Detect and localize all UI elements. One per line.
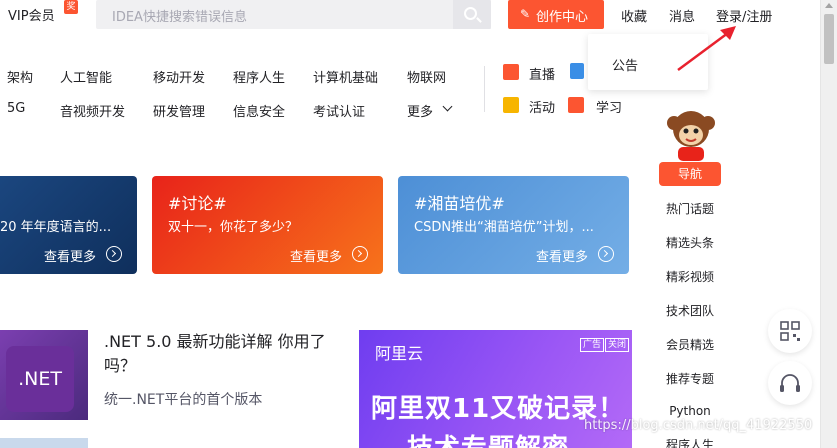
- card-more-link[interactable]: 查看更多: [290, 246, 342, 265]
- sidebar-item-topics[interactable]: 推荐专题: [660, 370, 720, 387]
- search-input[interactable]: IDEA快捷搜索错误信息: [96, 0, 491, 29]
- category-5g[interactable]: 5G: [7, 101, 25, 116]
- sidebar-item-members[interactable]: 会员精选: [660, 336, 720, 353]
- category-more[interactable]: 更多: [407, 101, 433, 120]
- card-title: #湘苗培优#: [414, 194, 505, 213]
- category-mobile[interactable]: 移动开发: [153, 67, 205, 86]
- arrow-right-icon: [598, 246, 614, 262]
- article-thumbnail[interactable]: .NET: [0, 330, 88, 420]
- category-ai[interactable]: 人工智能: [60, 67, 112, 86]
- card-more-link[interactable]: 查看更多: [44, 246, 96, 265]
- banner-card-discussion[interactable]: #讨论# 双十一，你花了多少？ 查看更多: [152, 176, 383, 274]
- qr-code-icon: [780, 321, 800, 341]
- live-icon: [503, 64, 519, 80]
- category-audio-video[interactable]: 音视频开发: [60, 101, 125, 120]
- customer-service-button[interactable]: [768, 361, 812, 405]
- headset-icon: [780, 374, 800, 392]
- search-placeholder: IDEA快捷搜索错误信息: [112, 10, 247, 25]
- category-programmer-life[interactable]: 程序人生: [233, 67, 285, 86]
- category-iot[interactable]: 物联网: [407, 67, 446, 86]
- watermark: https://blog.csdn.net/qq_41922550: [584, 418, 813, 433]
- dotnet-logo: .NET: [6, 346, 74, 412]
- banner-card-training[interactable]: #湘苗培优# CSDN推出“湘苗培优”计划，... 查看更多: [398, 176, 629, 274]
- activity-link[interactable]: 活动: [529, 97, 555, 116]
- sidebar-panel: 热门话题 精选头条 精彩视频 技术团队 会员精选 推荐专题 Python 程序人…: [660, 188, 720, 448]
- search-icon-handle: [476, 17, 482, 23]
- ad-headline-2: 技术专题解密: [407, 428, 569, 448]
- scroll-thumb[interactable]: [824, 14, 834, 64]
- vertical-scrollbar[interactable]: [820, 0, 837, 448]
- ad-label: 广告: [580, 338, 605, 352]
- live-link[interactable]: 直播: [529, 64, 555, 83]
- banner-card[interactable]: 20 年年度语言的... 查看更多: [0, 176, 137, 274]
- mascot-icon[interactable]: [662, 105, 720, 163]
- sidebar-item-programmer-life[interactable]: 程序人生: [660, 436, 720, 448]
- nav-divider: [484, 66, 485, 112]
- create-center-button[interactable]: ✎ 创作中心: [508, 0, 604, 29]
- csdn-home-page: VIP会员 奖 IDEA快捷搜索错误信息 ✎ 创作中心 收藏 消息 登录/注册 …: [0, 0, 837, 448]
- announcement-item[interactable]: 公告: [612, 55, 638, 74]
- arrow-right-icon: [106, 246, 122, 262]
- favorites-link[interactable]: 收藏: [621, 6, 647, 25]
- activity-icon: [503, 97, 519, 113]
- sidebar-item-teams[interactable]: 技术团队: [660, 302, 720, 319]
- ad-close-button[interactable]: 关闭: [605, 338, 630, 352]
- card-subtitle: 20 年年度语言的...: [0, 220, 112, 235]
- scroll-up-icon[interactable]: [825, 3, 833, 8]
- study-icon: [568, 97, 584, 113]
- card-subtitle: CSDN推出“湘苗培优”计划，...: [414, 220, 594, 235]
- sidebar-item-hot-topics[interactable]: 热门话题: [660, 200, 720, 217]
- study-link[interactable]: 学习: [596, 97, 622, 116]
- annotation-arrow: [677, 26, 736, 72]
- aliyun-logo: 阿里云: [375, 344, 424, 363]
- sidebar-item-python[interactable]: Python: [660, 404, 720, 418]
- card-more-link[interactable]: 查看更多: [536, 246, 588, 265]
- category-rd-management[interactable]: 研发管理: [153, 101, 205, 120]
- article-title[interactable]: .NET 5.0 最新功能详解 你用了吗？: [104, 330, 344, 378]
- qr-code-button[interactable]: [768, 309, 812, 353]
- sidebar-item-videos[interactable]: 精彩视频: [660, 268, 720, 285]
- next-article-thumbnail[interactable]: [0, 438, 88, 448]
- card-title: #讨论#: [168, 194, 227, 213]
- category-architecture[interactable]: 架构: [7, 67, 33, 86]
- vip-member-link[interactable]: VIP会员: [8, 5, 55, 24]
- article-subtitle: 统一.NET平台的首个版本: [104, 392, 263, 408]
- book-icon: [570, 63, 584, 79]
- vip-award-badge: 奖: [64, 0, 78, 14]
- create-center-label: 创作中心: [536, 10, 589, 25]
- chevron-down-icon: [442, 101, 453, 112]
- category-certification[interactable]: 考试认证: [313, 101, 365, 120]
- category-security[interactable]: 信息安全: [233, 101, 285, 120]
- arrow-right-icon: [352, 246, 368, 262]
- card-subtitle: 双十一，你花了多少？: [168, 220, 299, 235]
- guide-badge[interactable]: 导航: [659, 162, 721, 186]
- category-cs-basics[interactable]: 计算机基础: [313, 67, 378, 86]
- sidebar-item-headlines[interactable]: 精选头条: [660, 234, 720, 251]
- pen-icon: ✎: [520, 7, 531, 21]
- search-button[interactable]: [453, 0, 491, 29]
